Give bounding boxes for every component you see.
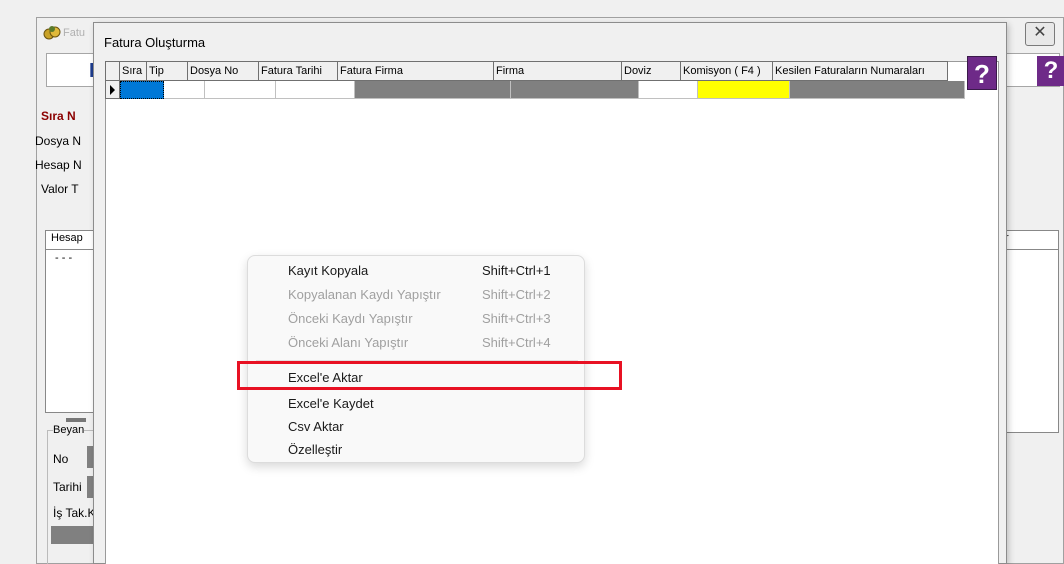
is-tak-label: İş Tak.K bbox=[53, 506, 96, 520]
menu-item-kopyalanan-kaydi-yapistir[interactable]: Kopyalanan Kaydı Yapıştır Shift+Ctrl+2 bbox=[248, 284, 584, 306]
menu-item-shortcut: Shift+Ctrl+2 bbox=[482, 287, 551, 302]
cell-tip[interactable] bbox=[164, 81, 205, 99]
menu-item-label: Özelleştir bbox=[288, 442, 343, 457]
window-title: Fatura Oluşturma bbox=[104, 35, 206, 50]
table-row[interactable] bbox=[105, 81, 965, 99]
column-header-dosya-no[interactable]: Dosya No bbox=[188, 61, 259, 81]
splitter-handle[interactable] bbox=[66, 418, 86, 422]
background-grid-row-text: - - - bbox=[55, 252, 73, 264]
sira-label: Sıra N bbox=[41, 109, 76, 123]
background-help-button[interactable]: ? bbox=[1037, 56, 1064, 86]
cell-dosya-no[interactable] bbox=[205, 81, 276, 99]
valor-label: Valor T bbox=[41, 182, 79, 196]
cell-sira-no[interactable] bbox=[120, 81, 164, 99]
menu-item-label: Önceki Kaydı Yapıştır bbox=[288, 311, 413, 326]
grid-header: Sıra No Tip Dosya No Fatura Tarihi Fatur… bbox=[119, 61, 948, 81]
menu-item-excele-kaydet[interactable]: Excel'e Kaydet bbox=[248, 393, 584, 415]
column-header-tip[interactable]: Tip bbox=[147, 61, 188, 81]
column-header-firma[interactable]: Firma bbox=[494, 61, 622, 81]
column-header-fatura-tarihi[interactable]: Fatura Tarihi bbox=[259, 61, 338, 81]
row-indicator-icon bbox=[105, 81, 120, 99]
beyan-label: Beyan bbox=[53, 424, 85, 436]
help-button[interactable]: ? bbox=[967, 56, 997, 90]
menu-item-onceki-kaydi-yapistir[interactable]: Önceki Kaydı Yapıştır Shift+Ctrl+3 bbox=[248, 308, 584, 330]
column-header-komisyon[interactable]: Komisyon ( F4 ) bbox=[681, 61, 773, 81]
cell-firma[interactable] bbox=[511, 81, 639, 99]
cell-fatura-firma[interactable] bbox=[355, 81, 511, 99]
menu-item-csv-aktar[interactable]: Csv Aktar bbox=[248, 416, 584, 438]
highlight-annotation bbox=[237, 361, 622, 390]
column-header-sira-no[interactable]: Sıra No bbox=[119, 61, 147, 81]
hesap-label: Hesap N bbox=[35, 158, 82, 172]
menu-item-shortcut: Shift+Ctrl+1 bbox=[482, 263, 551, 278]
menu-item-label: Csv Aktar bbox=[288, 419, 344, 434]
cell-komisyon[interactable] bbox=[698, 81, 790, 99]
background-window-title: Fatu bbox=[63, 27, 86, 39]
menu-item-onceki-alani-yapistir[interactable]: Önceki Alanı Yapıştır Shift+Ctrl+4 bbox=[248, 332, 584, 354]
grid-header-corner bbox=[105, 61, 120, 81]
close-button[interactable]: ✕ bbox=[1025, 22, 1055, 46]
no-label: No bbox=[53, 452, 69, 466]
dosya-label: Dosya N bbox=[35, 134, 82, 148]
column-header-kesilen-faturalar[interactable]: Kesilen Faturaların Numaraları bbox=[773, 61, 948, 81]
cell-doviz[interactable] bbox=[639, 81, 698, 99]
menu-item-label: Kayıt Kopyala bbox=[288, 263, 369, 278]
tarihi-label: Tarihi bbox=[53, 480, 82, 494]
column-header-fatura-firma[interactable]: Fatura Firma bbox=[338, 61, 494, 81]
context-menu: Kayıt Kopyala Shift+Ctrl+1 Kopyalanan Ka… bbox=[247, 255, 585, 463]
menu-item-shortcut: Shift+Ctrl+3 bbox=[482, 311, 551, 326]
column-header-doviz[interactable]: Doviz bbox=[622, 61, 681, 81]
menu-item-label: Önceki Alanı Yapıştır bbox=[288, 335, 409, 350]
menu-item-label: Excel'e Kaydet bbox=[288, 396, 374, 411]
cell-kesilen-faturalar[interactable] bbox=[790, 81, 965, 99]
background-grid-header-label: Hesap bbox=[51, 232, 83, 244]
cell-fatura-tarihi[interactable] bbox=[276, 81, 355, 99]
menu-item-shortcut: Shift+Ctrl+4 bbox=[482, 335, 551, 350]
menu-item-kayit-kopyala[interactable]: Kayıt Kopyala Shift+Ctrl+1 bbox=[248, 260, 584, 282]
menu-item-label: Kopyalanan Kaydı Yapıştır bbox=[288, 287, 441, 302]
background-right-grid bbox=[999, 230, 1059, 433]
menu-item-ozellestir[interactable]: Özelleştir bbox=[248, 439, 584, 461]
app-icon bbox=[43, 26, 61, 40]
is-tak-field[interactable] bbox=[51, 526, 97, 544]
